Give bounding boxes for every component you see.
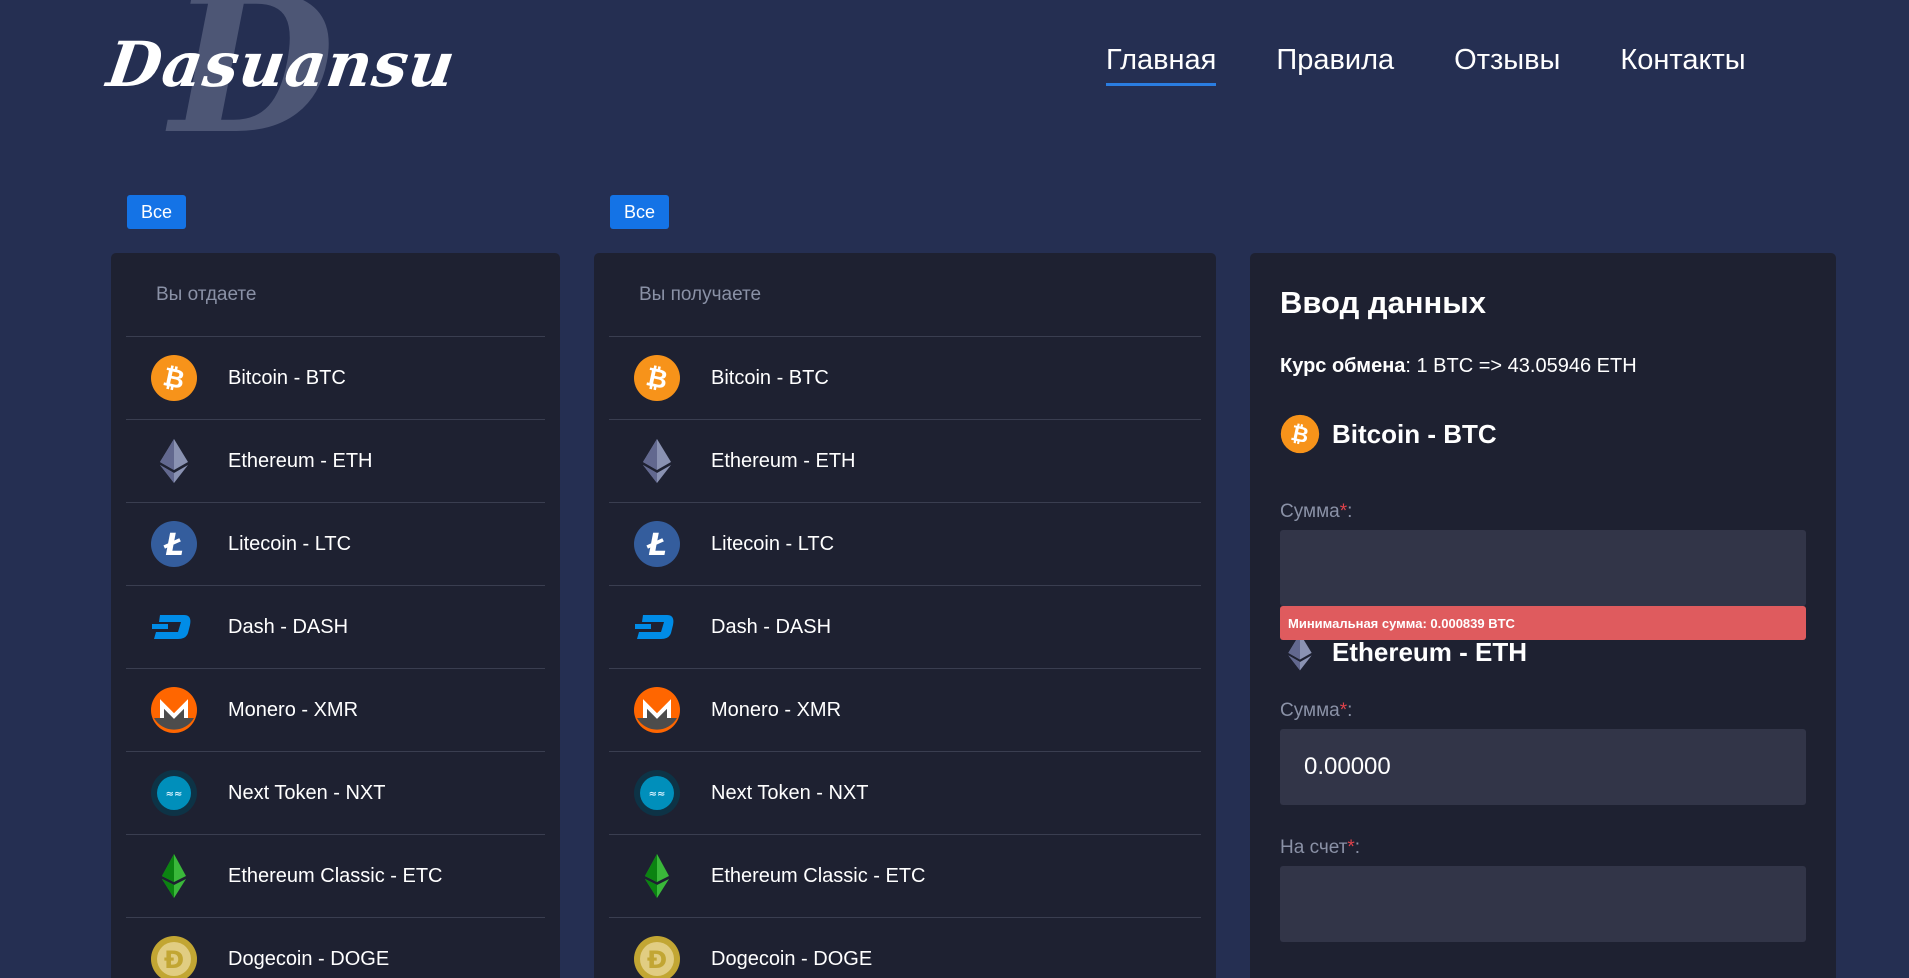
coin-label: Ethereum - ETH [711,449,856,472]
give-coin-xmr[interactable]: Monero - XMR [126,669,545,752]
receive-coin-doge[interactable]: Dogecoin - DOGE [609,918,1201,978]
site-logo[interactable]: D Dasuansu [103,0,460,160]
coin-label: Ethereum - ETH [228,449,373,472]
form-title: Ввод данных [1280,285,1486,320]
coin-label: Litecoin - LTC [711,532,835,555]
dogecoin-icon [150,935,198,978]
coin-label: Next Token - NXT [711,781,869,804]
give-currency-panel: Вы отдаете Bitcoin - BTC Ethereum - ETH … [111,253,560,978]
required-mark: * [1339,700,1348,721]
coin-label: Dash - DASH [711,615,832,638]
ethereum-classic-icon [150,852,198,900]
nav-link-home[interactable]: Главная [1106,44,1217,86]
nav-link-reviews[interactable]: Отзывы [1454,44,1560,86]
nav-link-rules[interactable]: Правила [1276,44,1394,86]
coin-label: Next Token - NXT [228,781,386,804]
min-amount-error: Минимальная сумма: 0.000839 BTC [1280,606,1806,640]
give-coin-btc[interactable]: Bitcoin - BTC [126,337,545,420]
give-coin-ltc[interactable]: Litecoin - LTC [126,503,545,586]
receive-coin-xmr[interactable]: Monero - XMR [609,669,1201,752]
coin-label: Litecoin - LTC [228,532,352,555]
nxt-icon [150,769,198,817]
label-colon: : [1354,837,1361,858]
monero-icon [633,686,681,734]
to-coin-label: Ethereum - ETH [1332,636,1528,667]
exchange-form-panel: Ввод данных Курс обмена: 1 BTC => 43.059… [1250,253,1836,978]
label-colon: : [1347,700,1353,721]
receive-heading: Вы получаете [609,253,1201,337]
to-amount-label-text: Сумма [1280,700,1340,721]
dogecoin-icon [633,935,681,978]
receive-coin-btc[interactable]: Bitcoin - BTC [609,337,1201,420]
bitcoin-icon [1280,414,1320,454]
coin-label: Dogecoin - DOGE [711,947,873,970]
give-heading: Вы отдаете [126,253,545,337]
account-label-text: На счет [1280,837,1348,858]
give-coin-eth[interactable]: Ethereum - ETH [126,420,545,503]
give-coin-etc[interactable]: Ethereum Classic - ETC [126,835,545,918]
coin-label: Dash - DASH [228,615,349,638]
exchange-rate-value: : 1 BTC => 43.05946 ETH [1405,355,1637,377]
from-amount-label-text: Сумма [1280,501,1340,522]
ethereum-icon [633,437,681,485]
label-colon: : [1347,501,1353,522]
dash-icon [633,603,681,651]
exchange-rate-label: Курс обмена [1280,355,1406,377]
give-coin-dash[interactable]: Dash - DASH [126,586,545,669]
receive-coin-ltc[interactable]: Litecoin - LTC [609,503,1201,586]
coin-label: Bitcoin - BTC [711,366,829,389]
receive-currency-panel: Вы получаете Bitcoin - BTC Ethereum - ET… [594,253,1216,978]
ethereum-classic-icon [633,852,681,900]
monero-icon [150,686,198,734]
nav-link-contacts[interactable]: Контакты [1620,44,1745,86]
account-label: На счет*: [1280,837,1360,859]
nxt-icon [633,769,681,817]
required-mark: * [1347,837,1355,858]
receive-coin-nxt[interactable]: Next Token - NXT [609,752,1201,835]
coin-label: Ethereum Classic - ETC [228,864,443,887]
from-coin-display: Bitcoin - BTC [1280,414,1497,454]
receive-coin-eth[interactable]: Ethereum - ETH [609,420,1201,503]
bitcoin-icon [150,354,198,402]
give-coin-nxt[interactable]: Next Token - NXT [126,752,545,835]
coin-label: Monero - XMR [228,698,359,721]
bitcoin-icon [633,354,681,402]
coin-label: Bitcoin - BTC [228,366,346,389]
give-coin-doge[interactable]: Dogecoin - DOGE [126,918,545,978]
coin-label: Dogecoin - DOGE [228,947,390,970]
required-mark: * [1339,501,1348,522]
coin-label: Ethereum Classic - ETC [711,864,926,887]
coin-label: Monero - XMR [711,698,842,721]
dash-icon [150,603,198,651]
to-amount-input[interactable] [1280,729,1806,805]
logo-text: Dasuansu [102,28,461,101]
exchange-rate: Курс обмена: 1 BTC => 43.05946 ETH [1280,355,1637,378]
receive-coin-etc[interactable]: Ethereum Classic - ETC [609,835,1201,918]
from-amount-label: Сумма*: [1280,501,1352,523]
main-nav: Главная Правила Отзывы Контакты [1106,44,1746,86]
receive-coin-dash[interactable]: Dash - DASH [609,586,1201,669]
to-amount-label: Сумма*: [1280,700,1352,722]
ethereum-icon [150,437,198,485]
from-coin-label: Bitcoin - BTC [1332,418,1497,449]
receive-filter-all-button[interactable]: Все [610,195,670,229]
give-filter-all-button[interactable]: Все [127,195,187,229]
litecoin-icon [150,520,198,568]
litecoin-icon [633,520,681,568]
account-input[interactable] [1280,866,1806,942]
from-amount-input[interactable] [1280,530,1806,606]
